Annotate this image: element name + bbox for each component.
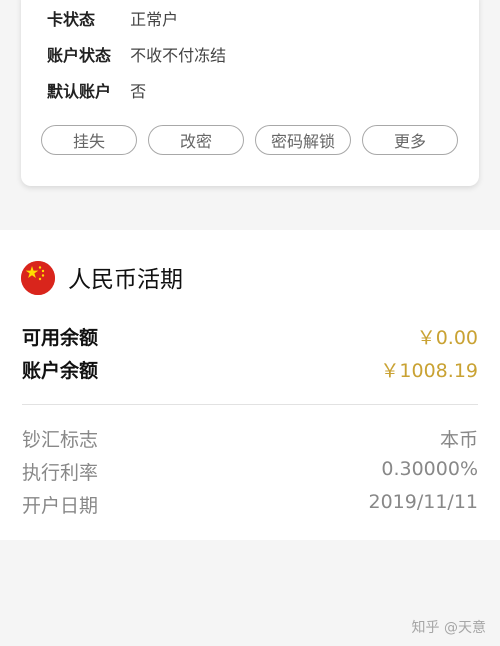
interest-rate-label: 执行利率	[22, 462, 99, 484]
account-balance-label: 账户余额	[22, 360, 99, 382]
info-row-account-status: 账户状态 不收不付冻结	[47, 42, 226, 66]
cash-remit-flag-value: 本币	[439, 429, 478, 451]
more-button[interactable]: 更多	[362, 125, 458, 155]
account-title: 人民币活期	[68, 267, 183, 293]
divider	[22, 404, 478, 405]
cash-remit-flag-row: 钞汇标志 本币	[22, 425, 478, 452]
account-status-value: 不收不付冻结	[130, 46, 227, 65]
default-account-label: 默认账户	[47, 82, 112, 101]
default-account-value: 否	[130, 82, 147, 101]
change-password-button[interactable]: 改密	[148, 125, 244, 155]
open-date-label: 开户日期	[22, 495, 99, 517]
info-row-card-status: 卡状态 正常户	[47, 6, 178, 30]
top-section: 卡状态 正常户 账户状态 不收不付冻结 默认账户 否 挂失 改密 密码解锁 更多	[0, 0, 500, 215]
account-balance-value: ￥1008.19	[380, 360, 478, 382]
china-flag-icon	[21, 261, 55, 295]
account-balance-row: 账户余额 ￥1008.19	[22, 356, 478, 383]
watermark: 知乎 @天意	[411, 620, 486, 636]
interest-rate-value: 0.30000%	[381, 458, 478, 480]
card-status-label: 卡状态	[47, 10, 96, 29]
open-date-row: 开户日期 2019/11/11	[22, 491, 478, 518]
rmb-current-account-panel[interactable]: 人民币活期 可用余额 ￥0.00 账户余额 ￥1008.19 钞汇标志 本币 执…	[0, 230, 500, 540]
available-balance-row: 可用余额 ￥0.00	[22, 323, 478, 350]
interest-rate-row: 执行利率 0.30000%	[22, 458, 478, 485]
card-status-value: 正常户	[130, 10, 179, 29]
cash-remit-flag-label: 钞汇标志	[22, 429, 99, 451]
unlock-password-button[interactable]: 密码解锁	[255, 125, 351, 155]
report-loss-button[interactable]: 挂失	[41, 125, 137, 155]
available-balance-label: 可用余额	[22, 327, 99, 349]
available-balance-value: ￥0.00	[416, 327, 478, 349]
account-status-label: 账户状态	[47, 46, 112, 65]
info-row-default-account: 默认账户 否	[47, 78, 146, 102]
card-info-card: 卡状态 正常户 账户状态 不收不付冻结 默认账户 否 挂失 改密 密码解锁 更多	[21, 0, 479, 186]
open-date-value: 2019/11/11	[368, 491, 478, 513]
